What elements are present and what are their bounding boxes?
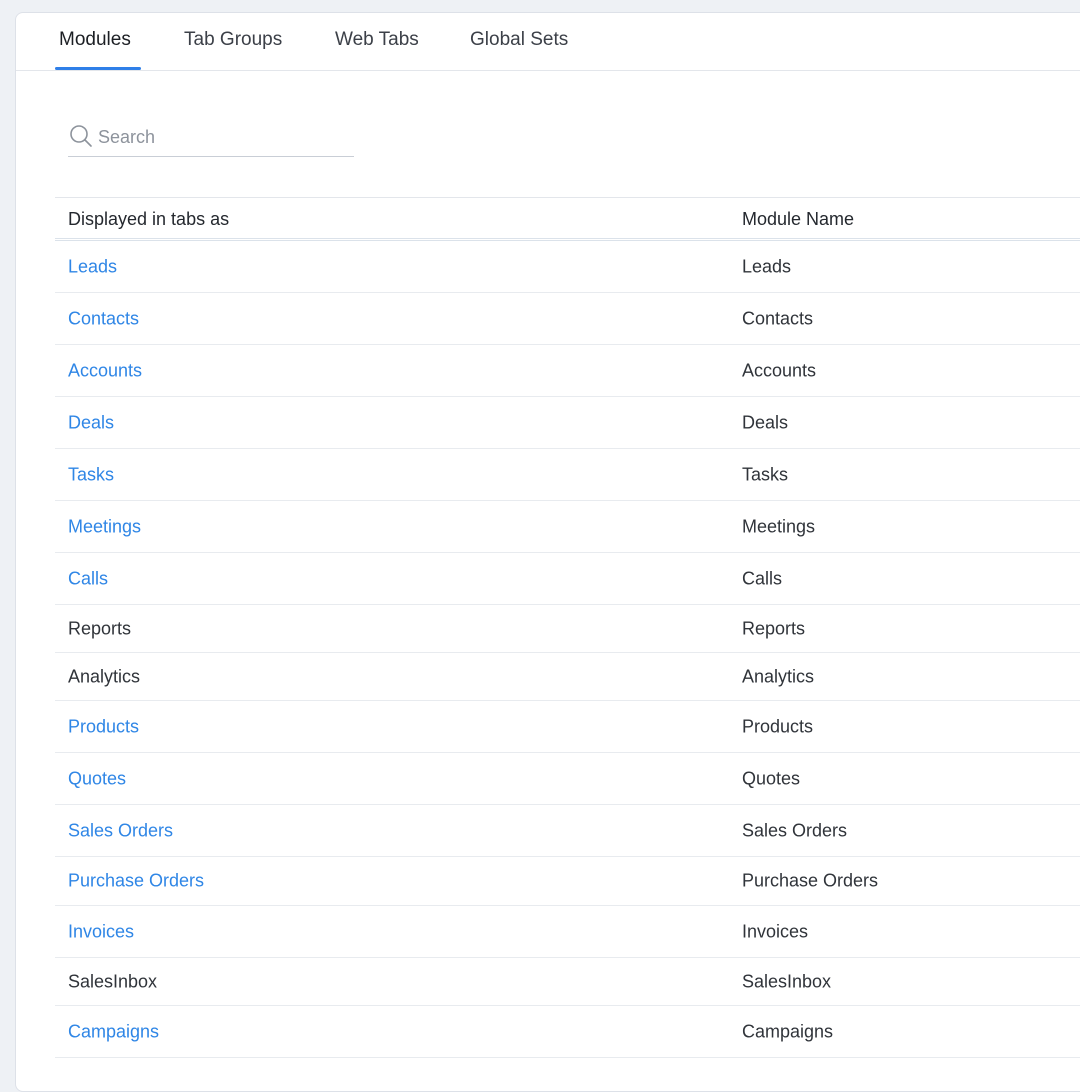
tab-modules[interactable]: Modules [59, 29, 131, 71]
table-row: Quotes Quotes [55, 753, 1080, 805]
display-name-text: Reports [68, 618, 132, 638]
table-row: Invoices Invoices [55, 906, 1080, 958]
table-row: Products Products [55, 701, 1080, 753]
table-row: Campaigns Campaigns [55, 1006, 1080, 1058]
display-name-link[interactable]: Invoices [68, 921, 134, 942]
display-name-text: SalesInbox [68, 971, 158, 991]
tab-web-tabs[interactable]: Web Tabs [335, 29, 419, 71]
display-name-link[interactable]: Accounts [68, 360, 142, 381]
modules-table: Displayed in tabs as Module Name Leads Le… [55, 197, 1080, 1058]
display-name-link[interactable]: Calls [68, 568, 108, 589]
display-name-link[interactable]: Deals [68, 412, 114, 433]
module-name-cell: Reports [742, 618, 806, 638]
module-name-cell: Tasks [742, 464, 789, 484]
module-name-cell: SalesInbox [742, 971, 832, 991]
display-name-link[interactable]: Campaigns [68, 1021, 159, 1042]
tab-bar: Modules Tab Groups Web Tabs Global Sets [16, 13, 1080, 71]
module-name-cell: Accounts [742, 360, 817, 380]
display-name-link[interactable]: Tasks [68, 464, 114, 485]
settings-panel: Modules Tab Groups Web Tabs Global Sets … [15, 12, 1080, 1092]
table-row: Leads Leads [55, 241, 1080, 293]
module-name-cell: Meetings [742, 516, 816, 536]
display-name-link[interactable]: Products [68, 716, 139, 737]
table-row: SalesInbox SalesInbox [55, 958, 1080, 1006]
display-name-link[interactable]: Contacts [68, 308, 139, 329]
table-header: Displayed in tabs as Module Name [55, 197, 1080, 241]
module-name-cell: Quotes [742, 768, 801, 788]
module-name-cell: Analytics [742, 666, 815, 686]
module-name-cell: Deals [742, 412, 789, 432]
tab-tab-groups[interactable]: Tab Groups [184, 29, 282, 71]
column-header-module-name: Module Name [742, 209, 855, 229]
module-name-cell: Leads [742, 256, 792, 276]
display-name-link[interactable]: Sales Orders [68, 820, 173, 841]
column-header-displayed-as: Displayed in tabs as [68, 209, 230, 229]
table-row: Sales Orders Sales Orders [55, 805, 1080, 857]
table-row: Reports Reports [55, 605, 1080, 653]
table-row: Deals Deals [55, 397, 1080, 449]
active-tab-indicator [55, 67, 141, 70]
table-row: Analytics Analytics [55, 653, 1080, 701]
table-row: Purchase Orders Purchase Orders [55, 857, 1080, 906]
table-row: Accounts Accounts [55, 345, 1080, 397]
tab-global-sets[interactable]: Global Sets [470, 29, 568, 71]
display-name-text: Analytics [68, 666, 141, 686]
module-name-cell: Calls [742, 568, 783, 588]
search-input[interactable] [98, 123, 348, 151]
search-icon [70, 125, 92, 147]
table-row: Tasks Tasks [55, 449, 1080, 501]
search-box[interactable] [68, 121, 354, 157]
module-name-cell: Purchase Orders [742, 870, 879, 891]
display-name-link[interactable]: Quotes [68, 768, 126, 789]
module-name-cell: Invoices [742, 921, 809, 941]
table-row: Meetings Meetings [55, 501, 1080, 553]
module-name-cell: Sales Orders [742, 820, 848, 840]
module-name-cell: Contacts [742, 308, 814, 328]
module-name-cell: Products [742, 716, 814, 736]
display-name-link[interactable]: Purchase Orders [68, 871, 204, 892]
table-row: Contacts Contacts [55, 293, 1080, 345]
table-row: Calls Calls [55, 553, 1080, 605]
table-body: Leads Leads Contacts Contacts Accounts Accoun… [55, 241, 1080, 1058]
display-name-link[interactable]: Leads [68, 256, 117, 277]
display-name-link[interactable]: Meetings [68, 516, 141, 537]
module-name-cell: Campaigns [742, 1021, 834, 1041]
